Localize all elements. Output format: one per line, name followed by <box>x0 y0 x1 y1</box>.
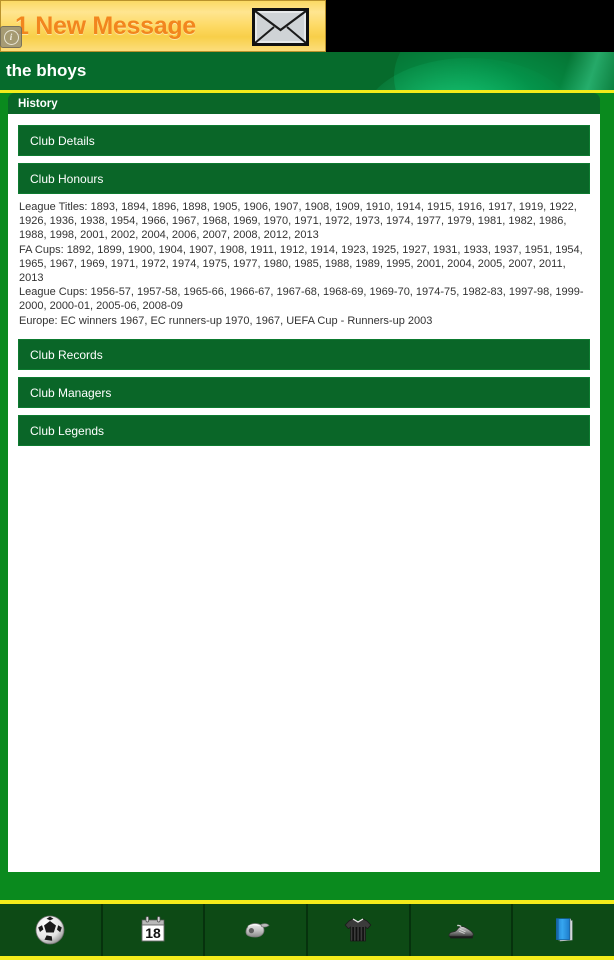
boot-icon <box>448 924 474 939</box>
book-icon <box>555 918 573 942</box>
ad-banner-text: 1 New Message <box>15 11 196 40</box>
content-card: Club Details Club Honours League Titles:… <box>8 114 600 872</box>
nav-history[interactable] <box>513 904 614 956</box>
whistle-icon <box>245 923 270 938</box>
nav-fixtures[interactable]: 18 <box>103 904 206 956</box>
bottom-nav-bar: 18 <box>0 900 614 960</box>
tab-strip: History <box>0 93 614 114</box>
app-header: the bhoys <box>0 52 614 90</box>
honours-league-titles: League Titles: 1893, 1894, 1896, 1898, 1… <box>19 201 577 242</box>
section-club-managers[interactable]: Club Managers <box>18 376 590 408</box>
section-club-details[interactable]: Club Details <box>18 125 590 156</box>
page-title: the bhoys <box>6 61 87 80</box>
ad-bar: 1 New Message i <box>0 0 614 52</box>
section-club-honours[interactable]: Club Honours <box>18 163 590 194</box>
calendar-icon: 18 <box>141 916 165 942</box>
club-honours-content: League Titles: 1893, 1894, 1896, 1898, 1… <box>8 194 600 332</box>
football-icon <box>35 915 65 945</box>
nav-squad[interactable] <box>308 904 411 956</box>
honours-europe: Europe: EC winners 1967, EC runners-up 1… <box>19 314 433 327</box>
ad-banner[interactable]: 1 New Message <box>0 0 326 52</box>
honours-fa-cups: FA Cups: 1892, 1899, 1900, 1904, 1907, 1… <box>19 243 583 285</box>
envelope-icon <box>252 8 309 46</box>
nav-boot[interactable] <box>411 904 514 956</box>
content-frame: History Club Details Club Honours League… <box>0 90 614 900</box>
tab-history[interactable]: History <box>8 93 600 114</box>
nav-whistle[interactable] <box>205 904 309 956</box>
svg-text:18: 18 <box>145 925 161 941</box>
ad-info-icon[interactable]: i <box>0 26 22 48</box>
nav-football[interactable] <box>0 904 103 956</box>
section-club-legends[interactable]: Club Legends <box>18 414 590 446</box>
ad-info-glyph: i <box>3 29 19 45</box>
honours-league-cups: League Cups: 1956-57, 1957-58, 1965-66, … <box>19 286 584 313</box>
jersey-icon <box>345 918 372 942</box>
section-club-records[interactable]: Club Records <box>18 338 590 370</box>
